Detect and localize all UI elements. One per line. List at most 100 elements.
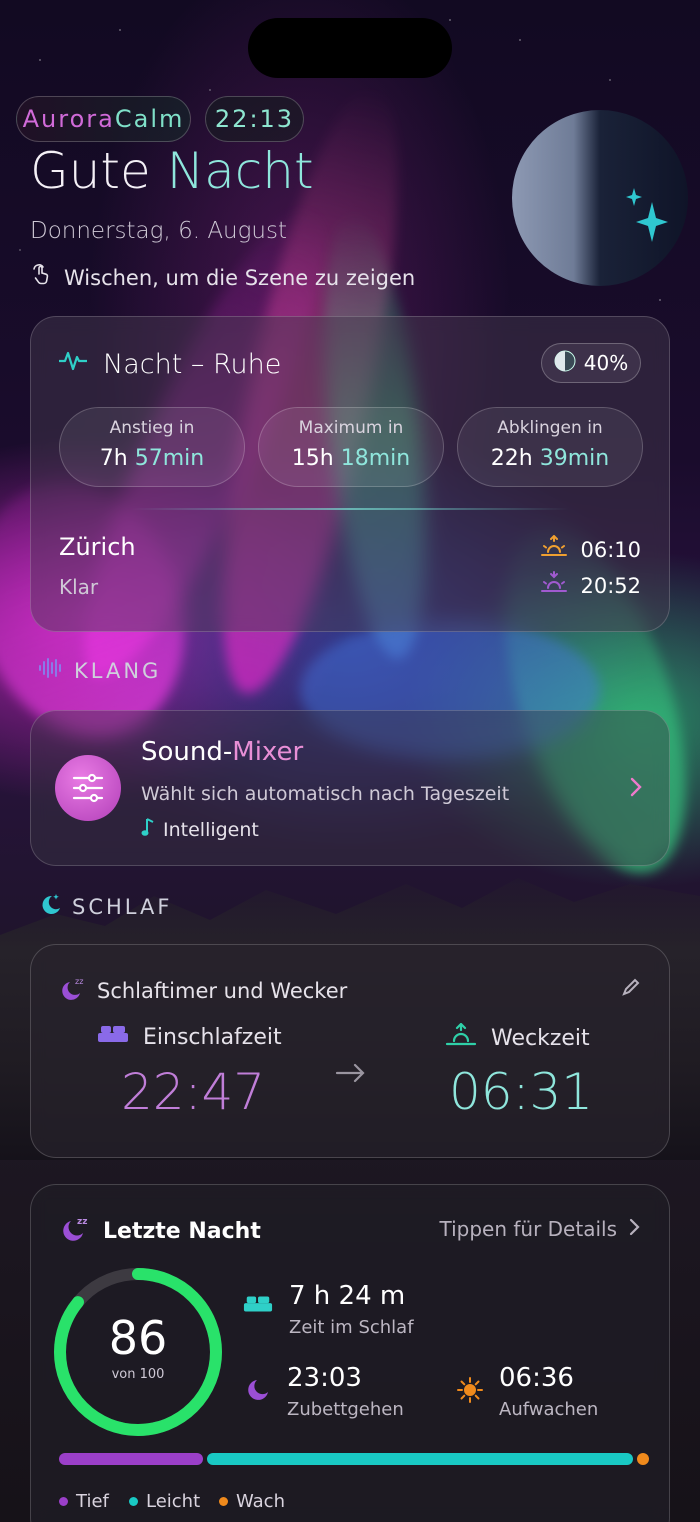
stat-rise: Anstieg in 7h 57min — [59, 407, 245, 487]
music-note-icon — [141, 817, 155, 842]
swipe-hand-icon — [30, 263, 54, 292]
bedtime-value[interactable]: 22:47 — [121, 1063, 265, 1121]
edit-pencil-icon[interactable] — [621, 977, 641, 1001]
stat-decay-minutes: 39min — [539, 446, 610, 471]
sun-icon — [457, 1377, 483, 1420]
brand-badge: Aurora Calm — [16, 96, 191, 142]
swipe-hint-text: Wischen, um die Szene zu zeigen — [64, 265, 416, 290]
svg-text:zz: zz — [77, 1217, 87, 1227]
stat-peak-label: Maximum in — [298, 418, 404, 438]
sleep-moon-icon: zz — [59, 1213, 89, 1249]
section-sleep-label: SCHLAF — [72, 894, 173, 919]
legend-deep: Tief — [59, 1491, 109, 1512]
divider — [131, 508, 569, 510]
last-night-card[interactable]: zz Letzte Nacht Tippen für Details 86 vo… — [30, 1184, 670, 1522]
metric-bedtime: 23:03 Zubettgehen — [247, 1363, 404, 1420]
moon-icon — [247, 1377, 271, 1420]
chevron-right-icon — [629, 1217, 641, 1242]
arrow-right-icon — [335, 1061, 367, 1089]
waketime-label: Weckzeit — [491, 1025, 590, 1051]
camera-notch — [248, 18, 452, 78]
moon-stars-icon — [38, 892, 62, 921]
moon-phase-image[interactable] — [512, 110, 688, 286]
svg-text:zz: zz — [75, 977, 83, 986]
timer-title: Schlaftimer und Wecker — [97, 978, 348, 1003]
section-header-sound: KLANG — [38, 656, 161, 685]
bedtime-label: Einschlafzeit — [143, 1024, 282, 1050]
metric-sleep-time: 7 h 24 m Zeit im Schlaf — [243, 1281, 414, 1338]
mixer-title: Sound-Mixer — [141, 737, 303, 767]
phase-bar-light — [207, 1453, 633, 1465]
sunrise-icon — [540, 534, 568, 564]
legend-awake-label: Wach — [236, 1491, 285, 1512]
stat-peak: Maximum in 15h 18min — [258, 407, 444, 487]
bed-icon — [243, 1293, 273, 1338]
sleep-time-label: Zeit im Schlaf — [289, 1317, 414, 1338]
sleep-score: 86 — [108, 1311, 168, 1365]
stat-peak-hours: 15h — [291, 446, 334, 471]
stat-decay-label: Abklingen in — [497, 418, 603, 438]
phase-bar-deep — [59, 1453, 203, 1465]
last-night-title: Letzte Nacht — [103, 1218, 261, 1244]
sparkle-icon — [626, 188, 670, 246]
metric-wakeup: 06:36 Aufwachen — [457, 1363, 598, 1420]
sleep-moon-icon: zz — [59, 975, 85, 1006]
legend-deep-label: Tief — [76, 1491, 109, 1512]
stat-rise-minutes: 57min — [134, 446, 205, 471]
swipe-hint[interactable]: Wischen, um die Szene zu zeigen — [30, 263, 415, 292]
legend-dot — [219, 1497, 228, 1506]
waketime-value[interactable]: 06:31 — [449, 1063, 593, 1121]
details-link[interactable]: Tippen für Details — [439, 1217, 641, 1242]
sunset-icon — [540, 571, 568, 600]
sleep-time-value: 7 h 24 m — [289, 1281, 406, 1311]
mixer-title-part2: Mixer — [232, 737, 304, 767]
waketime-label-row: Weckzeit — [445, 1022, 590, 1053]
sleep-timer-card[interactable]: zz Schlaftimer und Wecker Einschlafzeit … — [30, 944, 670, 1158]
stat-rise-label: Anstieg in — [109, 418, 195, 438]
intensity-value: 40% — [583, 351, 629, 375]
brand-name-part2: Calm — [114, 105, 185, 133]
aurora-title: Nacht – Ruhe — [103, 349, 282, 380]
mixer-title-part1: Sound- — [141, 737, 233, 767]
section-header-sleep: SCHLAF — [38, 892, 172, 921]
half-moon-icon — [554, 350, 576, 377]
greeting-part2: Nacht — [166, 142, 314, 200]
details-label: Tippen für Details — [439, 1217, 617, 1241]
pulse-icon — [59, 349, 87, 380]
section-sound-label: KLANG — [74, 658, 162, 683]
chevron-right-icon[interactable] — [629, 775, 643, 805]
mixer-tag: Intelligent — [141, 817, 259, 842]
wake-sunrise-icon — [445, 1022, 477, 1053]
stat-peak-minutes: 18min — [340, 446, 411, 471]
sound-mixer-card[interactable]: Sound-Mixer Wählt sich automatisch nach … — [30, 710, 670, 866]
sunrise-time: 06:10 — [580, 537, 641, 562]
mixer-tag-label: Intelligent — [163, 818, 259, 841]
stat-decay: Abklingen in 22h 39min — [457, 407, 643, 487]
date-label: Donnerstag, 6. August — [30, 218, 288, 244]
sunset-time: 20:52 — [580, 573, 641, 598]
bed-icon — [97, 1023, 129, 1051]
legend-dot — [59, 1497, 68, 1506]
bedtime-label: Zubettgehen — [287, 1399, 404, 1420]
aurora-forecast-card[interactable]: Nacht – Ruhe 40% Anstieg in 7h 57min Max… — [30, 316, 670, 632]
sound-wave-icon — [38, 656, 64, 685]
bedtime-label-row: Einschlafzeit — [97, 1023, 282, 1051]
mixer-button[interactable] — [55, 755, 121, 821]
mixer-subtitle: Wählt sich automatisch nach Tageszeit — [141, 783, 510, 805]
score-max: von 100 — [111, 1367, 165, 1382]
sunset-row: 20:52 — [540, 571, 641, 600]
greeting-part1: Gute — [30, 142, 151, 200]
score-block: 86 von 100 — [53, 1311, 223, 1382]
legend-awake: Wach — [219, 1491, 285, 1512]
phase-bar-awake — [637, 1453, 649, 1465]
legend-light-label: Leicht — [146, 1491, 201, 1512]
brand-name-part1: Aurora — [22, 105, 115, 133]
page-title: Gute Nacht — [30, 142, 314, 200]
bedtime-value: 23:03 — [287, 1363, 362, 1393]
stat-rise-hours: 7h — [99, 446, 128, 471]
intensity-badge: 40% — [541, 343, 641, 383]
city-name: Zürich — [59, 533, 136, 561]
clock-badge: 22:13 — [205, 96, 304, 142]
legend-light: Leicht — [129, 1491, 200, 1512]
wakeup-value: 06:36 — [499, 1363, 574, 1393]
